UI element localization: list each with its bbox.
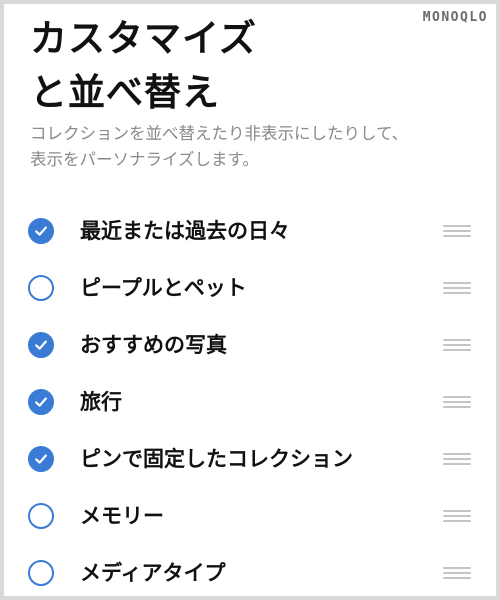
collection-list: 最近または過去の日々 ピープルとペット おすすめの写真 旅行 ピンで固定したコレ… <box>4 202 496 596</box>
collection-row[interactable]: メディアタイプ <box>4 544 496 596</box>
collection-label: ピンで固定したコレクション <box>80 447 353 471</box>
collection-label: メディアタイプ <box>80 561 226 585</box>
page-description-line-2: 表示をパーソナライズします。 <box>30 150 259 169</box>
checkmark-circle-icon[interactable] <box>28 446 54 472</box>
reorder-handle-icon[interactable] <box>443 564 471 582</box>
reorder-handle-icon[interactable] <box>443 222 471 240</box>
checkmark-circle-icon[interactable] <box>28 218 54 244</box>
reorder-handle-icon[interactable] <box>443 507 471 525</box>
checkmark-circle-icon[interactable] <box>28 389 54 415</box>
collection-row[interactable]: ピープルとペット <box>4 259 496 316</box>
collection-row[interactable]: ピンで固定したコレクション <box>4 430 496 487</box>
page-description-line-1: コレクションを並べ替えたり非表示にしたりして、 <box>30 124 409 143</box>
collection-row[interactable]: 最近または過去の日々 <box>4 202 496 259</box>
collection-label: メモリー <box>80 504 164 528</box>
collection-row[interactable]: 旅行 <box>4 373 496 430</box>
page-description: コレクションを並べ替えたり非表示にしたりして、 表示をパーソナライズします。 <box>30 121 482 173</box>
collection-label: 最近または過去の日々 <box>80 219 290 243</box>
page-title: カスタマイズ と並べ替え <box>30 12 257 120</box>
checkmark-circle-icon[interactable] <box>28 332 54 358</box>
checkmark-circle-icon[interactable] <box>28 503 54 529</box>
reorder-handle-icon[interactable] <box>443 279 471 297</box>
collection-label: ピープルとペット <box>80 276 247 300</box>
collection-label: 旅行 <box>80 390 122 414</box>
reorder-handle-icon[interactable] <box>443 450 471 468</box>
reorder-handle-icon[interactable] <box>443 336 471 354</box>
page-title-line-2: と並べ替え <box>30 71 220 114</box>
checkmark-circle-icon[interactable] <box>28 275 54 301</box>
collection-label: おすすめの写真 <box>80 333 227 357</box>
customize-screen: MONOQLO カスタマイズ と並べ替え コレクションを並べ替えたり非表示にした… <box>4 4 496 596</box>
checkmark-circle-icon[interactable] <box>28 560 54 586</box>
collection-row[interactable]: メモリー <box>4 487 496 544</box>
collection-row[interactable]: おすすめの写真 <box>4 316 496 373</box>
reorder-handle-icon[interactable] <box>443 393 471 411</box>
watermark-logo: MONOQLO <box>422 10 488 25</box>
page-title-line-1: カスタマイズ <box>30 17 257 60</box>
